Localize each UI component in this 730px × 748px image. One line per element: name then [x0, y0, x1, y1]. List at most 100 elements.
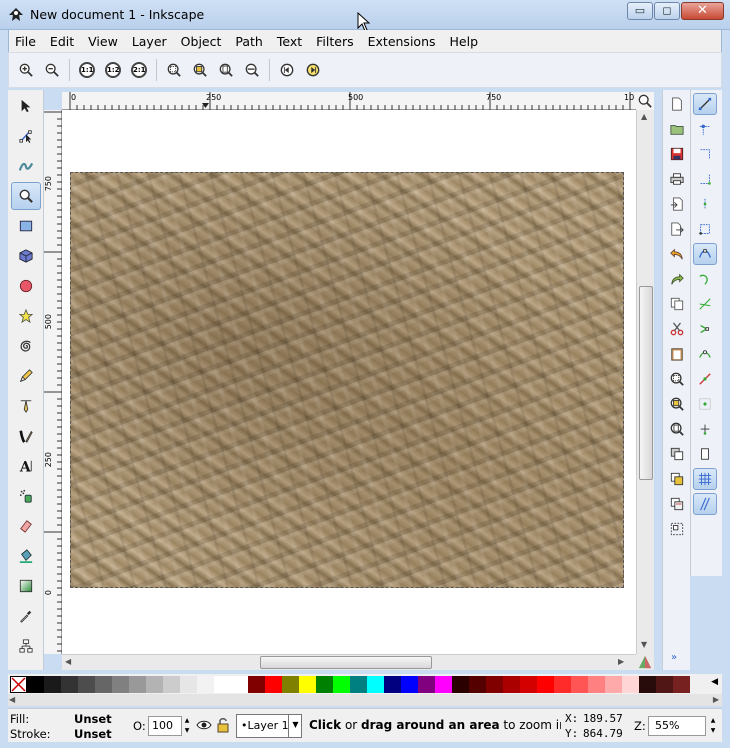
calligraphy-tool[interactable]: [11, 422, 41, 450]
dropper-tool[interactable]: [11, 602, 41, 630]
snap-midpoints-button[interactable]: [693, 368, 717, 390]
snap-bbox-button[interactable]: [693, 118, 717, 140]
new-document-button[interactable]: [665, 93, 689, 115]
star-tool[interactable]: [11, 302, 41, 330]
group-button[interactable]: [665, 518, 689, 540]
color-swatch[interactable]: [554, 675, 571, 693]
crumpled-paper-image[interactable]: [70, 172, 624, 588]
snap-toggle-button[interactable]: [693, 93, 717, 115]
text-tool[interactable]: A: [11, 452, 41, 480]
snap-bbox-corner-button[interactable]: [693, 168, 717, 190]
color-swatch[interactable]: [333, 675, 350, 693]
horizontal-scroll-thumb[interactable]: [260, 656, 432, 669]
color-swatch[interactable]: [673, 675, 690, 693]
color-swatch[interactable]: [469, 675, 486, 693]
snap-smooth-nodes-button[interactable]: [693, 343, 717, 365]
color-swatch[interactable]: [27, 675, 44, 693]
connector-tool[interactable]: [11, 632, 41, 660]
snap-intersections-button[interactable]: [693, 293, 717, 315]
spin-down-icon[interactable]: ▼: [185, 727, 190, 734]
print-button[interactable]: [665, 168, 689, 190]
color-swatch[interactable]: [180, 675, 197, 693]
zoom-page-button[interactable]: [215, 59, 237, 81]
zoom-drawing-side-button[interactable]: [665, 393, 689, 415]
zoom-page-width-button[interactable]: [241, 59, 263, 81]
drawing-canvas[interactable]: [62, 110, 636, 654]
menu-layer[interactable]: Layer: [132, 34, 167, 49]
spray-tool[interactable]: [11, 482, 41, 510]
color-swatch[interactable]: [61, 675, 78, 693]
zoom-input[interactable]: 55%: [648, 716, 706, 736]
zoom-selection-button[interactable]: [163, 59, 185, 81]
paste-button[interactable]: [665, 343, 689, 365]
color-manage-toggle[interactable]: [636, 654, 654, 670]
color-swatch[interactable]: [520, 675, 537, 693]
color-swatch[interactable]: [299, 675, 316, 693]
export-button[interactable]: [665, 218, 689, 240]
color-swatch[interactable]: [316, 675, 333, 693]
spiral-tool[interactable]: [11, 332, 41, 360]
vertical-ruler[interactable]: 750 500 250 0: [44, 110, 62, 654]
minimize-button[interactable]: ▭: [627, 2, 653, 20]
color-swatch[interactable]: [452, 675, 469, 693]
zoom-1-2-button[interactable]: 1:2: [102, 59, 124, 81]
menu-view[interactable]: View: [88, 34, 118, 49]
redo-button[interactable]: [665, 268, 689, 290]
color-swatch[interactable]: [639, 675, 656, 693]
zoom-tool[interactable]: [11, 182, 41, 210]
snap-object-centers-button[interactable]: [693, 393, 717, 415]
undo-button[interactable]: [665, 243, 689, 265]
color-swatch[interactable]: [129, 675, 146, 693]
menu-extensions[interactable]: Extensions: [368, 34, 436, 49]
color-swatch[interactable]: [486, 675, 503, 693]
color-swatch[interactable]: [146, 675, 163, 693]
layer-lock-icon[interactable]: [216, 717, 230, 733]
snap-cusp-nodes-button[interactable]: [693, 318, 717, 340]
color-swatch[interactable]: [350, 675, 367, 693]
snap-paths-button[interactable]: [693, 268, 717, 290]
import-button[interactable]: [665, 193, 689, 215]
menu-help[interactable]: Help: [450, 34, 479, 49]
snap-rotation-centers-button[interactable]: [693, 418, 717, 440]
opacity-input[interactable]: 100: [148, 716, 182, 736]
zoom-next-button[interactable]: [302, 59, 324, 81]
zoom-in-button[interactable]: [15, 59, 37, 81]
palette-menu-icon[interactable]: ◀: [711, 677, 718, 687]
color-swatch[interactable]: [265, 675, 282, 693]
color-swatch[interactable]: [571, 675, 588, 693]
color-swatch[interactable]: [95, 675, 112, 693]
palette-scroll-left-icon[interactable]: ◀: [9, 695, 15, 704]
color-swatch[interactable]: [163, 675, 180, 693]
stroke-value[interactable]: Unset: [74, 727, 112, 741]
scroll-right-icon[interactable]: ▶: [618, 657, 624, 666]
color-swatch[interactable]: [656, 675, 673, 693]
palette-scrollbar[interactable]: ◀ ▶: [8, 694, 722, 706]
more-commands-icon[interactable]: »: [671, 652, 677, 663]
zoom-corner-button[interactable]: [636, 92, 654, 110]
open-button[interactable]: [665, 118, 689, 140]
color-swatch[interactable]: [282, 675, 299, 693]
spin-up-icon[interactable]: ▲: [185, 717, 190, 724]
clone-button[interactable]: [665, 468, 689, 490]
menu-text[interactable]: Text: [277, 34, 302, 49]
fill-value[interactable]: Unset: [74, 712, 112, 726]
color-swatch[interactable]: [401, 675, 418, 693]
spin-up-icon[interactable]: ▲: [711, 717, 716, 724]
zoom-1-1-button[interactable]: 1:1: [76, 59, 98, 81]
copy-button[interactable]: [665, 293, 689, 315]
snap-bbox-edge-button[interactable]: [693, 143, 717, 165]
no-paint-swatch[interactable]: [10, 675, 27, 693]
menu-filters[interactable]: Filters: [316, 34, 353, 49]
color-swatch[interactable]: [112, 675, 129, 693]
duplicate-button[interactable]: [665, 443, 689, 465]
snap-bbox-midpoint-button[interactable]: [693, 193, 717, 215]
horizontal-scrollbar[interactable]: ◀ ▶: [62, 654, 636, 670]
maximize-button[interactable]: ◻: [654, 2, 680, 20]
snap-guides-button[interactable]: [693, 493, 717, 515]
close-button[interactable]: ✕: [681, 2, 724, 20]
color-swatch[interactable]: [503, 675, 520, 693]
color-swatch[interactable]: [435, 675, 452, 693]
pencil-tool[interactable]: [11, 362, 41, 390]
zoom-drawing-button[interactable]: [189, 59, 211, 81]
zoom-spinner[interactable]: ▲ ▼: [708, 716, 718, 736]
